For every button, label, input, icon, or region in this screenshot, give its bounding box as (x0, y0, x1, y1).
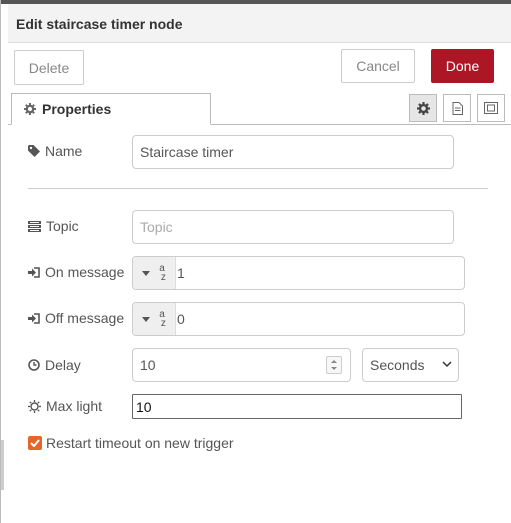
tab-appearance-button[interactable] (477, 94, 505, 122)
delay-unit-select[interactable]: Seconds (362, 348, 459, 382)
clock-icon (28, 359, 40, 371)
off-message-type-selector[interactable]: a z (133, 303, 176, 335)
topic-label: Topic (28, 218, 79, 234)
gear-icon (416, 101, 430, 115)
resize-handle[interactable] (1, 440, 4, 490)
list-icon (28, 220, 41, 232)
topic-input[interactable] (132, 210, 454, 244)
max-light-label: Max light (28, 398, 102, 414)
tab-properties[interactable]: Properties (11, 93, 211, 125)
chevron-down-icon (442, 361, 452, 368)
on-message-typed-input[interactable]: a z 1 (132, 256, 465, 290)
string-type-icon: a z (158, 309, 166, 329)
document-icon (452, 101, 463, 115)
restart-timeout-label: Restart timeout on new trigger (46, 435, 234, 451)
tray-toolbar: Delete Cancel Done (8, 43, 511, 93)
on-message-value: 1 (177, 265, 185, 281)
frame-icon (484, 102, 498, 114)
tray-header: Edit staircase timer node (8, 4, 511, 43)
cancel-button[interactable]: Cancel (341, 49, 415, 83)
off-message-value: 0 (177, 311, 185, 327)
delay-spinner[interactable]: 10 (132, 348, 351, 382)
tray-title: Edit staircase timer node (16, 16, 183, 32)
on-message-type-selector[interactable]: a z (133, 257, 176, 289)
tag-icon (28, 145, 40, 157)
sign-in-icon (28, 266, 40, 278)
tab-description-button[interactable] (443, 94, 471, 122)
on-message-label: On message (28, 264, 124, 280)
spinner-arrows[interactable] (326, 356, 342, 374)
off-message-typed-input[interactable]: a z 0 (132, 302, 465, 336)
restart-timeout-checkbox[interactable] (28, 436, 42, 450)
delay-label: Delay (28, 357, 81, 373)
name-label: Name (28, 143, 82, 159)
tab-bar: Properties (8, 92, 511, 125)
max-light-input[interactable] (132, 394, 462, 419)
string-type-icon: a z (158, 263, 166, 283)
tab-properties-label: Properties (42, 101, 112, 117)
edit-tray: Edit staircase timer node Delete Cancel … (0, 0, 511, 523)
tab-settings-button[interactable] (409, 94, 437, 122)
delay-unit-value: Seconds (370, 357, 425, 373)
sun-icon (28, 399, 41, 413)
checkmark-icon (30, 439, 40, 447)
divider (28, 188, 488, 189)
caret-down-icon (142, 316, 151, 322)
sign-in-icon (28, 312, 40, 324)
delete-button[interactable]: Delete (14, 50, 84, 85)
caret-down-icon (142, 270, 151, 276)
spinner-up-icon[interactable] (327, 357, 341, 365)
name-input[interactable] (132, 135, 454, 169)
spinner-down-icon[interactable] (327, 365, 341, 373)
done-button[interactable]: Done (431, 49, 494, 83)
delay-value: 10 (140, 357, 156, 373)
gear-icon (24, 103, 36, 115)
off-message-label: Off message (28, 310, 124, 326)
